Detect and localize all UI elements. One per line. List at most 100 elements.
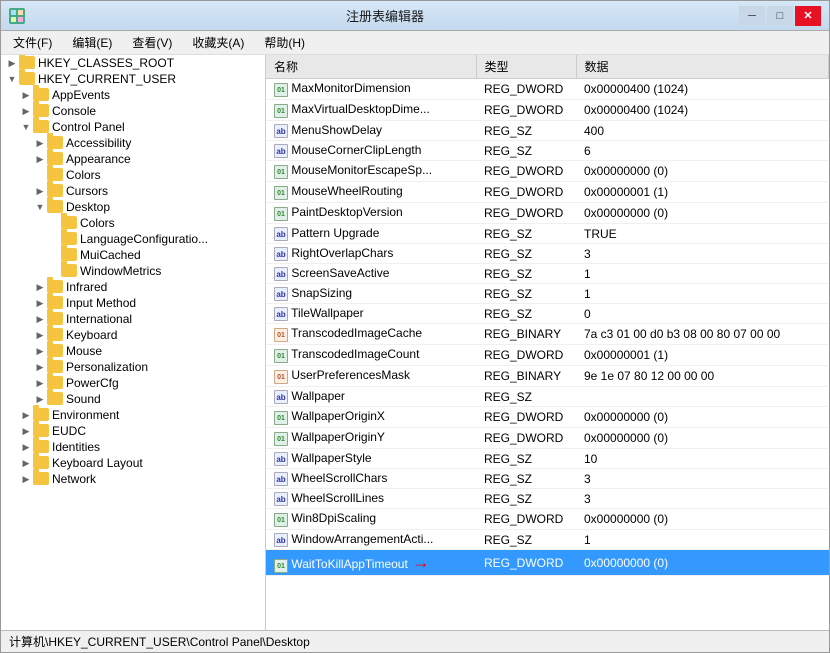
table-row[interactable]: ab MenuShowDelay REG_SZ 400 bbox=[266, 121, 829, 141]
tree-label-network: Network bbox=[52, 472, 96, 486]
table-row[interactable]: ab SnapSizing REG_SZ 1 bbox=[266, 284, 829, 304]
cell-data: 3 bbox=[576, 489, 829, 509]
table-row[interactable]: 01 Win8DpiScaling REG_DWORD 0x00000000 (… bbox=[266, 509, 829, 530]
table-row[interactable]: ab WheelScrollChars REG_SZ 3 bbox=[266, 469, 829, 489]
toggle-console[interactable]: ▶ bbox=[19, 106, 33, 117]
minimize-button[interactable]: ─ bbox=[739, 6, 765, 26]
tree-item-keyboard[interactable]: ▶ Keyboard bbox=[1, 327, 265, 343]
menu-view[interactable]: 查看(V) bbox=[124, 32, 180, 53]
toggle-appevents[interactable]: ▶ bbox=[19, 90, 33, 101]
toggle-keyboard[interactable]: ▶ bbox=[33, 330, 47, 341]
menu-favorites[interactable]: 收藏夹(A) bbox=[184, 32, 252, 53]
tree-item-desktop-colors[interactable]: Colors bbox=[1, 215, 265, 231]
toggle-sound[interactable]: ▶ bbox=[33, 394, 47, 405]
toggle-desktop[interactable]: ▼ bbox=[33, 202, 47, 212]
tree-item-personalization[interactable]: ▶ Personalization bbox=[1, 359, 265, 375]
registry-values-panel[interactable]: 名称 类型 数据 01 MaxMonitorDimension REG_DWOR… bbox=[266, 55, 829, 630]
table-row[interactable]: 01 MaxMonitorDimension REG_DWORD 0x00000… bbox=[266, 79, 829, 100]
table-row[interactable]: 01 TranscodedImageCache REG_BINARY 7a c3… bbox=[266, 324, 829, 345]
table-row[interactable]: 01 UserPreferencesMask REG_BINARY 9e 1e … bbox=[266, 366, 829, 387]
menu-edit[interactable]: 编辑(E) bbox=[64, 32, 120, 53]
toggle-classes-root[interactable]: ▶ bbox=[5, 58, 19, 69]
table-row[interactable]: ab TileWallpaper REG_SZ 0 bbox=[266, 304, 829, 324]
tree-panel[interactable]: ▶ HKEY_CLASSES_ROOT ▼ HKEY_CURRENT_USER … bbox=[1, 55, 266, 630]
tree-item-control-panel[interactable]: ▼ Control Panel bbox=[1, 119, 265, 135]
table-row[interactable]: ab Wallpaper REG_SZ bbox=[266, 387, 829, 407]
table-row[interactable]: 01 WallpaperOriginY REG_DWORD 0x00000000… bbox=[266, 428, 829, 449]
toggle-environment[interactable]: ▶ bbox=[19, 410, 33, 421]
toggle-personalization[interactable]: ▶ bbox=[33, 362, 47, 373]
table-row[interactable]: ab WheelScrollLines REG_SZ 3 bbox=[266, 489, 829, 509]
registry-editor-window: 注册表编辑器 ─ □ ✕ 文件(F) 编辑(E) 查看(V) 收藏夹(A) 帮助… bbox=[0, 0, 830, 653]
toggle-desktop-colors bbox=[47, 218, 61, 228]
close-button[interactable]: ✕ bbox=[795, 6, 821, 26]
toggle-appearance[interactable]: ▶ bbox=[33, 154, 47, 165]
tree-item-keyboard-layout[interactable]: ▶ Keyboard Layout bbox=[1, 455, 265, 471]
tree-item-console[interactable]: ▶ Console bbox=[1, 103, 265, 119]
tree-item-window-metrics[interactable]: WindowMetrics bbox=[1, 263, 265, 279]
reg-type-icon: ab bbox=[274, 267, 288, 281]
menu-file[interactable]: 文件(F) bbox=[5, 32, 60, 53]
tree-item-lang-config[interactable]: LanguageConfiguratio... bbox=[1, 231, 265, 247]
tree-item-accessibility[interactable]: ▶ Accessibility bbox=[1, 135, 265, 151]
toggle-current-user[interactable]: ▼ bbox=[5, 74, 19, 84]
cell-name: ab WheelScrollLines bbox=[266, 489, 476, 509]
table-row[interactable]: ab WallpaperStyle REG_SZ 10 bbox=[266, 449, 829, 469]
toggle-keyboard-layout[interactable]: ▶ bbox=[19, 458, 33, 469]
toggle-network[interactable]: ▶ bbox=[19, 474, 33, 485]
table-row[interactable]: 01 MouseWheelRouting REG_DWORD 0x0000000… bbox=[266, 182, 829, 203]
table-row[interactable]: 01 TranscodedImageCount REG_DWORD 0x0000… bbox=[266, 345, 829, 366]
tree-item-appevents[interactable]: ▶ AppEvents bbox=[1, 87, 265, 103]
folder-icon-network bbox=[33, 472, 49, 486]
table-row[interactable]: 01 WaitToKillAppTimeout→ REG_DWORD 0x000… bbox=[266, 550, 829, 576]
tree-label-current-user: HKEY_CURRENT_USER bbox=[38, 72, 176, 86]
toggle-infrared[interactable]: ▶ bbox=[33, 282, 47, 293]
folder-icon-environment bbox=[33, 408, 49, 422]
toggle-eudc[interactable]: ▶ bbox=[19, 426, 33, 437]
tree-item-powercfg[interactable]: ▶ PowerCfg bbox=[1, 375, 265, 391]
tree-item-environment[interactable]: ▶ Environment bbox=[1, 407, 265, 423]
tree-item-mouse[interactable]: ▶ Mouse bbox=[1, 343, 265, 359]
tree-label-personalization: Personalization bbox=[66, 360, 148, 374]
table-row[interactable]: ab RightOverlapChars REG_SZ 3 bbox=[266, 244, 829, 264]
toggle-accessibility[interactable]: ▶ bbox=[33, 138, 47, 149]
tree-item-eudc[interactable]: ▶ EUDC bbox=[1, 423, 265, 439]
folder-icon-accessibility bbox=[47, 136, 63, 150]
cell-type: REG_DWORD bbox=[476, 100, 576, 121]
table-row[interactable]: 01 WallpaperOriginX REG_DWORD 0x00000000… bbox=[266, 407, 829, 428]
tree-item-identities[interactable]: ▶ Identities bbox=[1, 439, 265, 455]
status-text: 计算机\HKEY_CURRENT_USER\Control Panel\Desk… bbox=[9, 633, 310, 650]
table-row[interactable]: ab Pattern Upgrade REG_SZ TRUE bbox=[266, 224, 829, 244]
tree-item-infrared[interactable]: ▶ Infrared bbox=[1, 279, 265, 295]
menu-help[interactable]: 帮助(H) bbox=[256, 32, 313, 53]
tree-item-cursors[interactable]: ▶ Cursors bbox=[1, 183, 265, 199]
toggle-international[interactable]: ▶ bbox=[33, 314, 47, 325]
table-row[interactable]: ab ScreenSaveActive REG_SZ 1 bbox=[266, 264, 829, 284]
toggle-cursors[interactable]: ▶ bbox=[33, 186, 47, 197]
tree-item-classes-root[interactable]: ▶ HKEY_CLASSES_ROOT bbox=[1, 55, 265, 71]
toggle-mouse[interactable]: ▶ bbox=[33, 346, 47, 357]
tree-item-input-method[interactable]: ▶ Input Method bbox=[1, 295, 265, 311]
tree-item-colors[interactable]: Colors bbox=[1, 167, 265, 183]
table-row[interactable]: ab WindowArrangementActi... REG_SZ 1 bbox=[266, 530, 829, 550]
tree-item-desktop[interactable]: ▼ Desktop bbox=[1, 199, 265, 215]
cell-data: 0x00000400 (1024) bbox=[576, 79, 829, 100]
toggle-input-method[interactable]: ▶ bbox=[33, 298, 47, 309]
tree-item-sound[interactable]: ▶ Sound bbox=[1, 391, 265, 407]
table-row[interactable]: 01 PaintDesktopVersion REG_DWORD 0x00000… bbox=[266, 203, 829, 224]
cell-data: 6 bbox=[576, 141, 829, 161]
toggle-identities[interactable]: ▶ bbox=[19, 442, 33, 453]
tree-item-network[interactable]: ▶ Network bbox=[1, 471, 265, 487]
tree-item-appearance[interactable]: ▶ Appearance bbox=[1, 151, 265, 167]
table-row[interactable]: 01 MaxVirtualDesktopDime... REG_DWORD 0x… bbox=[266, 100, 829, 121]
toggle-control-panel[interactable]: ▼ bbox=[19, 122, 33, 132]
table-row[interactable]: ab MouseCornerClipLength REG_SZ 6 bbox=[266, 141, 829, 161]
tree-item-international[interactable]: ▶ International bbox=[1, 311, 265, 327]
toggle-powercfg[interactable]: ▶ bbox=[33, 378, 47, 389]
maximize-button[interactable]: □ bbox=[767, 6, 793, 26]
table-row[interactable]: 01 MouseMonitorEscapeSp... REG_DWORD 0x0… bbox=[266, 161, 829, 182]
cell-name: 01 WallpaperOriginY bbox=[266, 428, 476, 449]
tree-item-muicached[interactable]: MuiCached bbox=[1, 247, 265, 263]
cell-type: REG_DWORD bbox=[476, 509, 576, 530]
tree-item-current-user[interactable]: ▼ HKEY_CURRENT_USER bbox=[1, 71, 265, 87]
